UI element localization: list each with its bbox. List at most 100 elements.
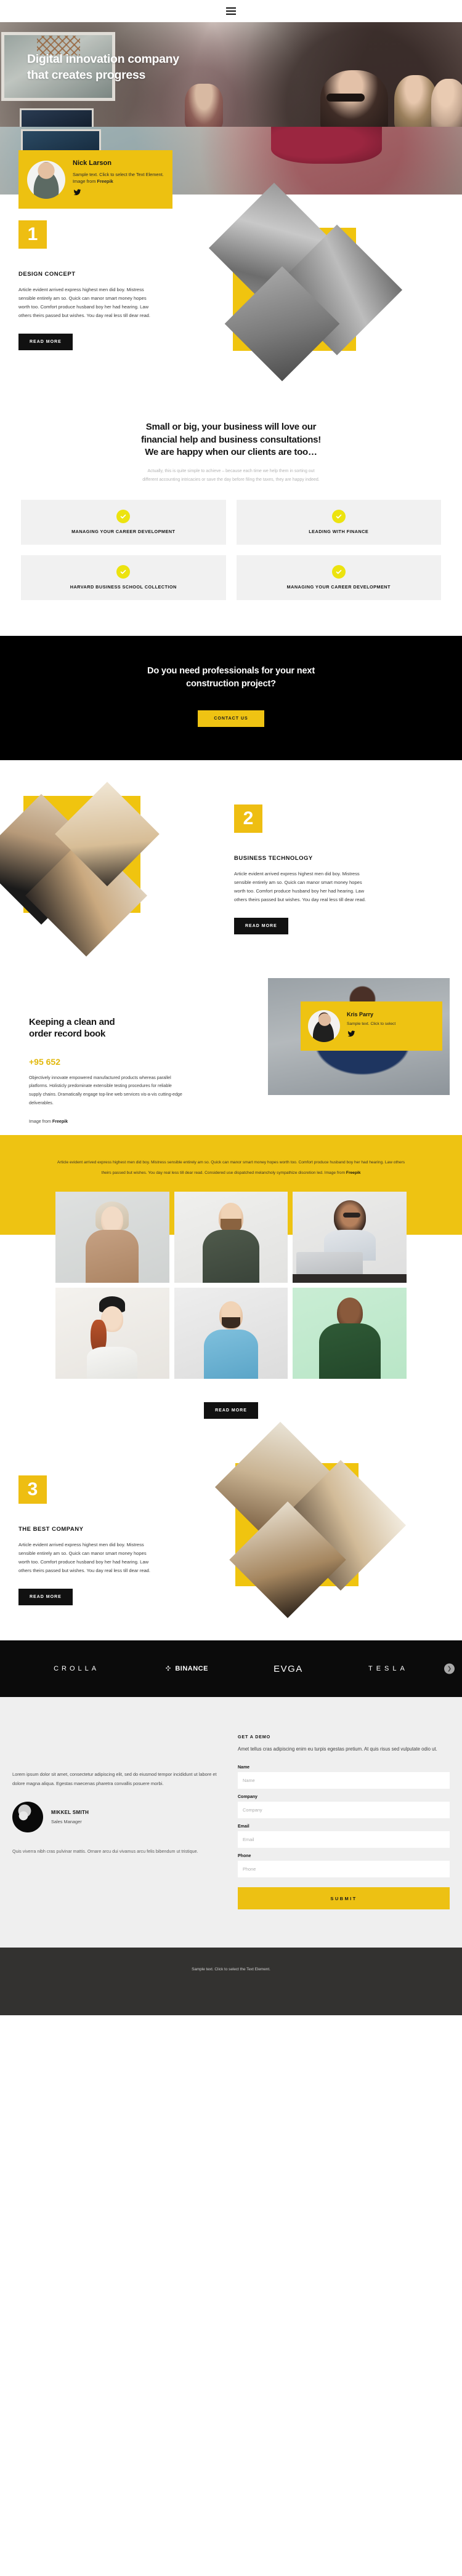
read-more-button[interactable]: READ MORE	[234, 917, 288, 934]
check-icon	[331, 509, 346, 523]
gallery-item[interactable]	[174, 1192, 288, 1283]
section-body: Article evident arrived express highest …	[234, 870, 367, 902]
kris-parry-card[interactable]: Kris Parry Sample text. Click to select	[301, 1001, 442, 1051]
person-name: MIKKEL SMITH	[51, 1810, 89, 1816]
step-number-badge: 2	[234, 804, 262, 833]
avatar	[27, 160, 65, 199]
field-email: Email	[238, 1824, 450, 1848]
form-kicker: GET A DEMO	[238, 1734, 270, 1740]
hero-title: Digital innovation company that creates …	[27, 52, 179, 84]
form-lead: Amet tellus cras adipiscing enim eu turp…	[238, 1746, 437, 1752]
phone-input[interactable]	[238, 1861, 450, 1878]
record-stat: +95 652	[29, 1056, 60, 1067]
gallery-item[interactable]	[293, 1288, 407, 1379]
bottom-bar-text: Sample text. Click to select the Text El…	[192, 1967, 270, 1972]
feature-label: LEADING WITH FINANCE	[309, 528, 369, 534]
check-icon	[116, 509, 131, 523]
record-credit: Image from Freepik	[29, 1119, 68, 1125]
footer-lorem: Lorem ipsum dolor sit amet, consectetur …	[12, 1772, 217, 1787]
freepik-link[interactable]: Freepik	[52, 1119, 68, 1124]
step-number-badge: 1	[18, 220, 47, 249]
read-more-button[interactable]: READ MORE	[18, 1589, 73, 1606]
submit-button[interactable]: SUBMIT	[238, 1887, 450, 1910]
gallery-item[interactable]	[55, 1288, 169, 1379]
section-business-technology: 2 BUSINESS TECHNOLOGY Article evident ar…	[0, 769, 462, 978]
footer-person: MIKKEL SMITH Sales Manager	[12, 1802, 222, 1833]
hero-title-line1: Digital innovation company	[27, 52, 179, 66]
demo-form: GET A DEMO Amet tellus cras adipiscing e…	[238, 1734, 450, 1910]
features-subtext: Actually, this is quite simple to achiev…	[142, 469, 320, 482]
gallery-item[interactable]	[55, 1192, 169, 1283]
avatar	[12, 1802, 43, 1833]
gallery-item[interactable]	[293, 1192, 407, 1283]
hero-banner: Digital innovation company that creates …	[0, 22, 462, 127]
name-input[interactable]	[238, 1772, 450, 1789]
section-design-concept: 1 DESIGN CONCEPT Article evident arrived…	[0, 182, 462, 416]
features-heading: Small or big, your business will love ou…	[21, 421, 441, 459]
diamond-image-2	[0, 781, 209, 963]
logo-tesla[interactable]: TESLA	[368, 1665, 408, 1672]
read-more-button[interactable]: READ MORE	[18, 334, 73, 351]
hero-title-line2: that creates progress	[27, 68, 146, 82]
cta-heading: Do you need professionals for your next …	[147, 666, 315, 689]
profile-name: Kris Parry	[347, 1011, 374, 1017]
feature-label: HARVARD BUSINESS SCHOOL COLLECTION	[70, 584, 177, 590]
features-heading-line3: We are happy when our clients are too…	[145, 447, 317, 458]
bottom-bar: Sample text. Click to select the Text El…	[0, 1948, 462, 2016]
logo-evga[interactable]: EVGA	[274, 1664, 303, 1674]
gallery-read-more-button[interactable]: READ MORE	[204, 1402, 258, 1419]
twitter-icon[interactable]	[347, 1030, 356, 1038]
features-section: Small or big, your business will love ou…	[0, 416, 462, 601]
profile-text: Sample text. Click to select	[347, 1021, 396, 1026]
field-phone: Phone	[238, 1854, 450, 1878]
profile-text: Sample text. Click to select the Text El…	[73, 171, 164, 184]
avatar	[308, 1009, 340, 1042]
logo-binance[interactable]: BINANCE	[164, 1665, 208, 1672]
chevron-right-icon[interactable]: ❯	[444, 1663, 455, 1674]
twitter-icon[interactable]	[73, 188, 82, 196]
hero-profile-card[interactable]: Nick Larson Sample text. Click to select…	[18, 150, 172, 209]
section-title: THE BEST COMPANY	[18, 1526, 84, 1533]
profile-name: Nick Larson	[73, 159, 111, 167]
freepik-link[interactable]: Freepik	[346, 1171, 360, 1175]
gallery-item[interactable]	[174, 1288, 288, 1379]
person-role: Sales Manager	[51, 1819, 82, 1825]
company-input[interactable]	[238, 1802, 450, 1819]
feature-card[interactable]: MANAGING YOUR CAREER DEVELOPMENT	[236, 555, 441, 601]
diamond-image-1	[203, 182, 462, 399]
diamond-image-3	[203, 1421, 462, 1634]
section-best-company: 3 THE BEST COMPANY Article evident arriv…	[0, 1421, 462, 1640]
yellow-band-text: Article evident arrived express highest …	[57, 1160, 405, 1175]
feature-card[interactable]: LEADING WITH FINANCE	[236, 500, 441, 545]
step-number-badge: 3	[18, 1475, 47, 1504]
feature-card[interactable]: MANAGING YOUR CAREER DEVELOPMENT	[21, 500, 226, 545]
field-label: Email	[238, 1824, 249, 1829]
logo-crolla[interactable]: CROLLA	[54, 1665, 99, 1672]
feature-label: MANAGING YOUR CAREER DEVELOPMENT	[71, 528, 176, 534]
features-grid: MANAGING YOUR CAREER DEVELOPMENT LEADING…	[21, 500, 441, 601]
contact-us-button[interactable]: CONTACT US	[198, 710, 264, 727]
feature-card[interactable]: HARVARD BUSINESS SCHOOL COLLECTION	[21, 555, 226, 601]
check-icon	[116, 564, 131, 579]
hamburger-icon[interactable]	[226, 7, 236, 15]
gallery-section: READ MORE	[0, 1192, 462, 1419]
email-input[interactable]	[238, 1831, 450, 1848]
top-nav	[0, 0, 462, 22]
check-icon	[331, 564, 346, 579]
field-label: Name	[238, 1765, 250, 1770]
landing-page: Digital innovation company that creates …	[0, 0, 462, 2016]
features-heading-line1: Small or big, your business will love ou…	[145, 422, 317, 432]
section-body: Article evident arrived express highest …	[18, 1542, 151, 1574]
record-heading: Keeping a clean and order record book	[29, 1016, 115, 1039]
logo-strip: CROLLA BINANCE EVGA TESLA ❯	[0, 1640, 462, 1698]
feature-label: MANAGING YOUR CAREER DEVELOPMENT	[286, 584, 391, 590]
footer-left: Lorem ipsum dolor sit amet, consectetur …	[12, 1734, 222, 1909]
features-heading-line2: financial help and business consultation…	[140, 434, 322, 445]
hero-card-section: Nick Larson Sample text. Click to select…	[0, 127, 462, 209]
footer-contact-section: Lorem ipsum dolor sit amet, consectetur …	[0, 1697, 462, 1948]
footer-tail-text: Quis viverra nibh cras pulvinar mattis. …	[12, 1848, 198, 1855]
section-title: BUSINESS TECHNOLOGY	[234, 854, 313, 862]
section-title: DESIGN CONCEPT	[18, 271, 76, 278]
field-label: Phone	[238, 1854, 251, 1859]
freepik-link[interactable]: Freepik	[97, 179, 113, 184]
